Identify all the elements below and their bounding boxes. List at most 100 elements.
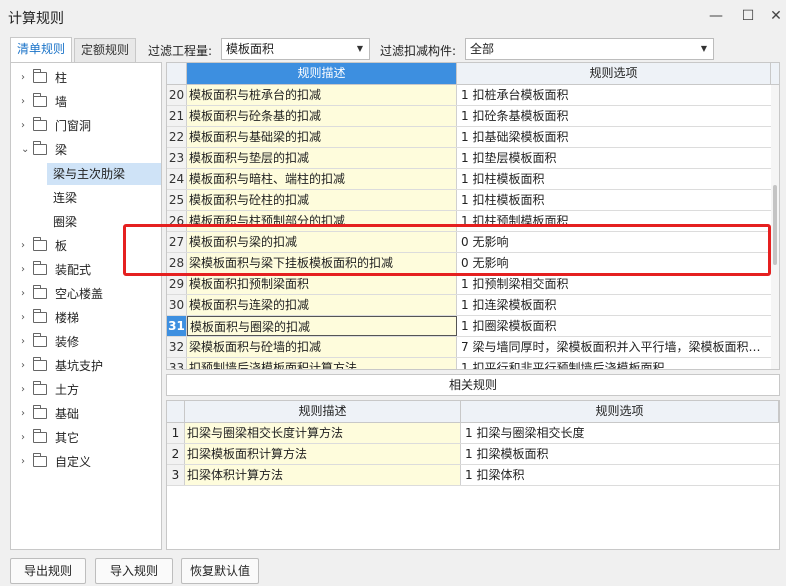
rule-description-cell[interactable]: 模板面积与圈梁的扣减 (187, 316, 457, 336)
quantity-filter-select[interactable]: 模板面积 ▼ (221, 38, 370, 60)
tree-item-hollow-floor[interactable]: › 空心楼盖 (11, 283, 161, 305)
related-description-cell[interactable]: 扣梁体积计算方法 (185, 465, 461, 485)
rule-description-cell[interactable]: 扣预制墙后浇模板面积计算方法 (187, 358, 457, 369)
related-option-cell[interactable]: 1 扣梁与圈梁相交长度 (461, 423, 779, 443)
rule-row[interactable]: 33 扣预制墙后浇模板面积计算方法 1 扣平行和非平行预制墙后浇模板面积 (167, 358, 771, 369)
rule-row[interactable]: 25 模板面积与砼柱的扣减 1 扣柱模板面积 (167, 190, 771, 211)
rule-desc-header[interactable]: 规则描述 (187, 63, 457, 84)
folder-icon (33, 141, 47, 155)
chevron-right-icon[interactable]: › (21, 67, 31, 89)
tree-item-decoration[interactable]: › 装修 (11, 331, 161, 353)
row-number: 25 (167, 190, 187, 210)
rule-row[interactable]: 22 模板面积与基础梁的扣减 1 扣基础梁模板面积 (167, 127, 771, 148)
rule-row[interactable]: 21 模板面积与砼条基的扣减 1 扣砼条基模板面积 (167, 106, 771, 127)
chevron-right-icon[interactable]: › (21, 451, 31, 473)
rule-description-cell[interactable]: 模板面积与垫层的扣减 (187, 148, 457, 168)
rule-option-header[interactable]: 规则选项 (457, 63, 771, 84)
rule-row[interactable]: 29 模板面积扣预制梁面积 1 扣预制梁相交面积 (167, 274, 771, 295)
related-rule-row[interactable]: 2 扣梁模板面积计算方法 1 扣梁模板面积 (167, 444, 779, 465)
rule-row[interactable]: 31 模板面积与圈梁的扣减 1 扣圈梁模板面积 (167, 316, 771, 337)
chevron-right-icon[interactable]: › (21, 427, 31, 449)
rule-description-cell[interactable]: 模板面积扣预制梁面积 (187, 274, 457, 294)
maximize-icon[interactable]: ☐ (736, 4, 760, 28)
rule-option-cell[interactable]: 1 扣柱模板面积 (457, 190, 771, 210)
tree-item-beam-ribbed[interactable]: 梁与主次肋梁 (47, 163, 161, 185)
related-description-cell[interactable]: 扣梁模板面积计算方法 (185, 444, 461, 464)
rule-row[interactable]: 32 梁模板面积与砼墙的扣减 7 梁与墙同厚时，梁模板面积并入平行墙，梁模板面积… (167, 337, 771, 358)
rule-row[interactable]: 30 模板面积与连梁的扣减 1 扣连梁模板面积 (167, 295, 771, 316)
rule-description-cell[interactable]: 模板面积与基础梁的扣减 (187, 127, 457, 147)
related-rule-row[interactable]: 1 扣梁与圈梁相交长度计算方法 1 扣梁与圈梁相交长度 (167, 423, 779, 444)
tab-quota-rules[interactable]: 定额规则 (74, 38, 137, 62)
tree-item-beam[interactable]: ⌄ 梁 (11, 139, 161, 161)
rule-option-cell[interactable]: 1 扣连梁模板面积 (457, 295, 771, 315)
rule-description-cell[interactable]: 梁模板面积与砼墙的扣减 (187, 337, 457, 357)
tree-item-pit-support[interactable]: › 基坑支护 (11, 355, 161, 377)
rule-option-cell[interactable]: 7 梁与墙同厚时，梁模板面积并入平行墙，梁模板面积… (457, 337, 771, 357)
chevron-right-icon[interactable]: › (21, 283, 31, 305)
tree-item-earthwork[interactable]: › 土方 (11, 379, 161, 401)
rule-row[interactable]: 23 模板面积与垫层的扣减 1 扣垫层模板面积 (167, 148, 771, 169)
rule-row[interactable]: 24 模板面积与暗柱、端柱的扣减 1 扣柱模板面积 (167, 169, 771, 190)
tree-item-label: 楼梯 (55, 311, 80, 325)
rule-description-cell[interactable]: 模板面积与砼条基的扣减 (187, 106, 457, 126)
chevron-right-icon[interactable]: › (21, 115, 31, 137)
rule-option-cell[interactable]: 1 扣基础梁模板面积 (457, 127, 771, 147)
row-number: 30 (167, 295, 187, 315)
folder-icon (33, 261, 47, 275)
component-tree: › 柱 › 墙 › 门窗洞 ⌄ 梁 梁与主次肋梁 连梁 圈梁 › 板 › 装配式… (10, 62, 162, 550)
related-option-cell[interactable]: 1 扣梁模板面积 (461, 444, 779, 464)
rule-row[interactable]: 20 模板面积与桩承台的扣减 1 扣桩承台模板面积 (167, 85, 771, 106)
related-rules-grid: 规则描述 规则选项 1 扣梁与圈梁相交长度计算方法 1 扣梁与圈梁相交长度 2 扣梁模板… (166, 400, 780, 550)
chevron-down-icon[interactable]: ⌄ (21, 139, 31, 161)
rule-option-cell[interactable]: 1 扣垫层模板面积 (457, 148, 771, 168)
tree-item-openings[interactable]: › 门窗洞 (11, 115, 161, 137)
tab-bill-rules[interactable]: 清单规则 (10, 37, 73, 63)
rule-option-cell[interactable]: 1 扣桩承台模板面积 (457, 85, 771, 105)
rule-option-cell[interactable]: 1 扣砼条基模板面积 (457, 106, 771, 126)
folder-icon (33, 93, 47, 107)
tree-item-other[interactable]: › 其它 (11, 427, 161, 449)
rule-option-cell[interactable]: 1 扣预制梁相交面积 (457, 274, 771, 294)
minimize-icon[interactable]: — (704, 4, 728, 28)
folder-icon (33, 405, 47, 419)
chevron-right-icon[interactable]: › (21, 91, 31, 113)
rule-description-cell[interactable]: 模板面积与砼柱的扣减 (187, 190, 457, 210)
tree-item-coupling-beam[interactable]: 连梁 (11, 187, 161, 209)
related-option-cell[interactable]: 1 扣梁体积 (461, 465, 779, 485)
chevron-right-icon[interactable]: › (21, 307, 31, 329)
tree-item-column[interactable]: › 柱 (11, 67, 161, 89)
reset-defaults-button[interactable]: 恢复默认值 (181, 558, 259, 584)
import-rules-button[interactable]: 导入规则 (95, 558, 173, 584)
tree-item-wall[interactable]: › 墙 (11, 91, 161, 113)
tree-item-custom[interactable]: › 自定义 (11, 451, 161, 473)
chevron-right-icon[interactable]: › (21, 355, 31, 377)
tree-item-label: 装配式 (55, 263, 92, 277)
related-option-header[interactable]: 规则选项 (461, 401, 779, 422)
chevron-right-icon[interactable]: › (21, 235, 31, 257)
rules-grid-scrollbar[interactable] (771, 85, 779, 369)
close-icon[interactable]: ✕ (764, 4, 786, 28)
scrollbar-thumb[interactable] (773, 185, 777, 265)
chevron-right-icon[interactable]: › (21, 379, 31, 401)
related-rule-row[interactable]: 3 扣梁体积计算方法 1 扣梁体积 (167, 465, 779, 486)
tree-item-label: 梁 (55, 143, 68, 157)
rule-option-cell[interactable]: 1 扣圈梁模板面积 (457, 316, 771, 336)
rule-description-cell[interactable]: 模板面积与桩承台的扣减 (187, 85, 457, 105)
row-number: 22 (167, 127, 187, 147)
chevron-right-icon[interactable]: › (21, 259, 31, 281)
row-number: 29 (167, 274, 187, 294)
rule-option-cell[interactable]: 1 扣柱模板面积 (457, 169, 771, 189)
related-description-cell[interactable]: 扣梁与圈梁相交长度计算方法 (185, 423, 461, 443)
chevron-right-icon[interactable]: › (21, 331, 31, 353)
rule-description-cell[interactable]: 模板面积与暗柱、端柱的扣减 (187, 169, 457, 189)
tree-item-foundation[interactable]: › 基础 (11, 403, 161, 425)
tree-item-stairs[interactable]: › 楼梯 (11, 307, 161, 329)
chevron-right-icon[interactable]: › (21, 403, 31, 425)
quantity-filter-value: 模板面积 (226, 42, 275, 56)
rule-description-cell[interactable]: 模板面积与连梁的扣减 (187, 295, 457, 315)
related-desc-header[interactable]: 规则描述 (185, 401, 461, 422)
export-rules-button[interactable]: 导出规则 (10, 558, 86, 584)
component-filter-select[interactable]: 全部 ▼ (465, 38, 714, 60)
rule-option-cell[interactable]: 1 扣平行和非平行预制墙后浇模板面积 (457, 358, 771, 369)
